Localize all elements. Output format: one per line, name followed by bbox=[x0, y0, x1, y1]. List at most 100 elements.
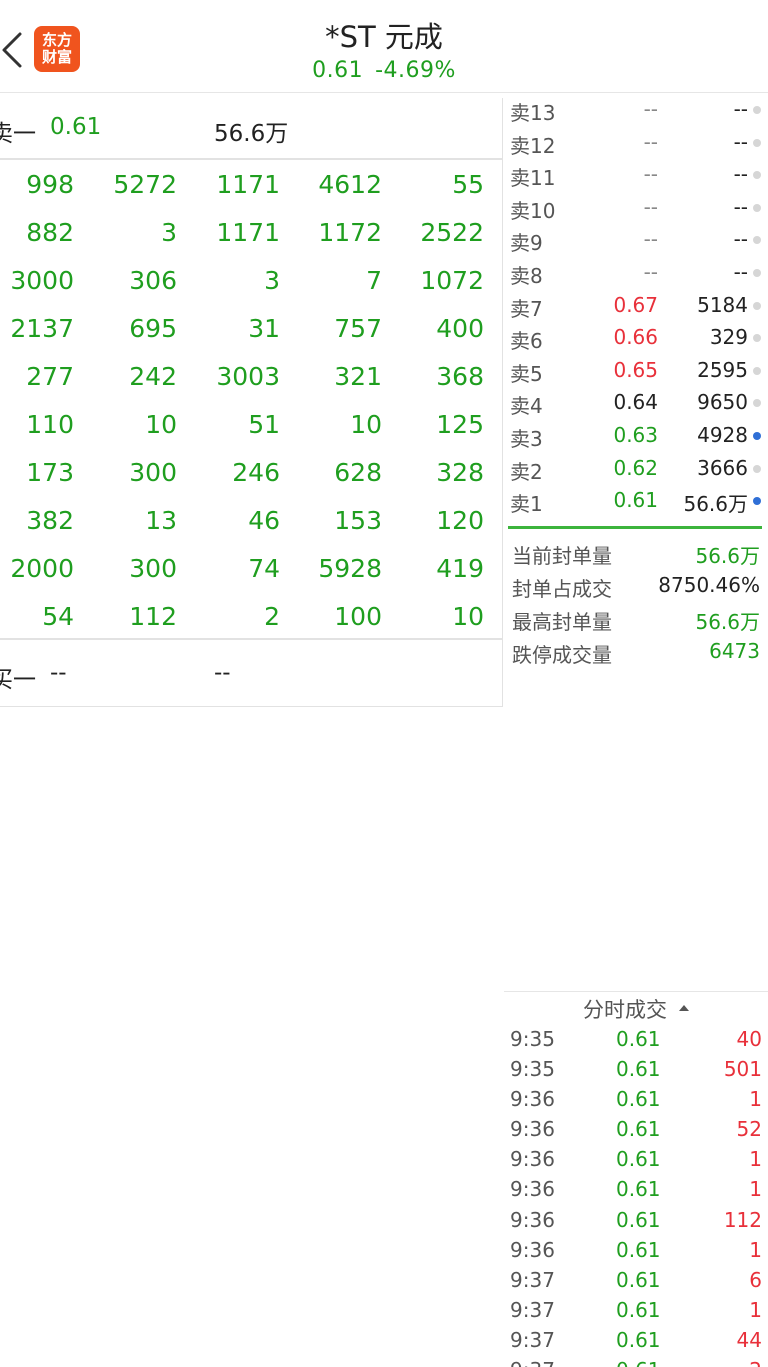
queue-order-size: 173 bbox=[26, 458, 74, 487]
tick-trades-list[interactable]: 9:35 0.61 40 9:35 0.61 501 9:36 0.61 1 9:36 0.61 52… bbox=[504, 1024, 768, 1367]
tick-row: 9:35 0.61 40 bbox=[504, 1024, 768, 1054]
order-book-row[interactable]: 卖11 -- -- bbox=[504, 159, 768, 192]
stat-row: 跌停成交量 6473 bbox=[504, 635, 768, 668]
level-volume: 56.6万 bbox=[683, 492, 748, 517]
queue-order-size: 277 bbox=[26, 362, 74, 391]
level-label: 卖11 bbox=[510, 166, 556, 191]
tick-price: 0.61 bbox=[616, 1117, 661, 1142]
tick-time: 9:36 bbox=[510, 1087, 555, 1112]
queue-order-size: 74 bbox=[248, 554, 280, 583]
level-price: 0.65 bbox=[613, 357, 658, 382]
order-book-row[interactable]: 卖4 0.64 9650 bbox=[504, 387, 768, 420]
queue-order-size: 153 bbox=[334, 506, 382, 535]
queue-order-size: 46 bbox=[248, 506, 280, 535]
indicator-dot-icon bbox=[753, 334, 761, 343]
level-price: 0.66 bbox=[613, 325, 658, 350]
order-book-row[interactable]: 卖12 -- -- bbox=[504, 127, 768, 160]
queue-order-size: 300 bbox=[129, 554, 177, 583]
indicator-dot-icon bbox=[753, 171, 761, 180]
queue-order-size: 300 bbox=[129, 458, 177, 487]
sell-one-row: 卖一 0.61 56.6万 bbox=[0, 98, 502, 160]
order-book-divider bbox=[508, 526, 762, 529]
queue-row: 2000 300 74 5928 419 bbox=[0, 546, 502, 594]
order-book-row[interactable]: 卖1 0.61 56.6万 bbox=[504, 485, 768, 518]
tick-price: 0.61 bbox=[616, 1267, 661, 1292]
indicator-dot-icon bbox=[753, 464, 761, 473]
level-label: 卖12 bbox=[510, 133, 556, 158]
tick-price: 0.61 bbox=[616, 1027, 661, 1051]
sell-one-price: 0.61 bbox=[50, 114, 102, 140]
tick-time: 9:37 bbox=[510, 1267, 555, 1292]
level-label: 卖4 bbox=[510, 394, 543, 419]
queue-order-size: 3 bbox=[264, 266, 280, 295]
indicator-dot-icon bbox=[753, 236, 761, 245]
tick-time: 9:36 bbox=[510, 1237, 555, 1262]
indicator-dot-icon bbox=[753, 138, 761, 147]
stat-value: 56.6万 bbox=[695, 544, 760, 568]
level-volume: -- bbox=[733, 129, 748, 154]
level-label: 卖6 bbox=[510, 329, 543, 354]
seal-stats: 当前封单量 56.6万 封单占成交 8750.46% 最高封单量 56.6万 跌停成交量 64… bbox=[504, 536, 768, 668]
queue-order-size: 419 bbox=[436, 554, 484, 583]
stat-label: 当前封单量 bbox=[512, 544, 612, 568]
order-book-row[interactable]: 卖13 -- -- bbox=[504, 94, 768, 127]
order-queue-panel: 卖一 0.61 56.6万 998 5272 1171 4612 55 882 3 1171 1… bbox=[0, 98, 503, 707]
tick-volume: 1 bbox=[749, 1177, 762, 1202]
order-book-row[interactable]: 卖5 0.65 2595 bbox=[504, 355, 768, 388]
indicator-dot-icon bbox=[753, 203, 761, 212]
level-volume: 2595 bbox=[697, 357, 748, 382]
queue-order-size: 628 bbox=[334, 458, 382, 487]
queue-row: 2137 695 31 757 400 bbox=[0, 306, 502, 354]
stat-label: 封单占成交 bbox=[512, 577, 612, 601]
tick-row: 9:37 0.61 1 bbox=[504, 1295, 768, 1325]
level-volume: -- bbox=[733, 162, 748, 187]
level-label: 卖3 bbox=[510, 426, 543, 451]
indicator-dot-icon bbox=[753, 497, 761, 506]
queue-row: 173 300 246 628 328 bbox=[0, 450, 502, 498]
stat-value: 6473 bbox=[709, 639, 760, 663]
level-label: 卖8 bbox=[510, 263, 543, 288]
order-book-row[interactable]: 卖7 0.67 5184 bbox=[504, 290, 768, 323]
queue-order-size: 400 bbox=[436, 314, 484, 343]
order-queue-grid: 998 5272 1171 4612 55 882 3 1171 1172 2522 3000 306… bbox=[0, 162, 502, 642]
buy-one-price: -- bbox=[50, 660, 67, 686]
order-book-row[interactable]: 卖2 0.62 3666 bbox=[504, 453, 768, 486]
queue-order-size: 3000 bbox=[10, 266, 74, 295]
level-price: 0.63 bbox=[613, 422, 658, 447]
level-volume: -- bbox=[733, 194, 748, 219]
level-volume: 5184 bbox=[697, 292, 748, 317]
level-label: 卖1 bbox=[510, 492, 543, 517]
level-price: -- bbox=[643, 162, 658, 187]
tick-volume: 501 bbox=[723, 1057, 762, 1082]
queue-row: 998 5272 1171 4612 55 bbox=[0, 162, 502, 210]
tick-row: 9:37 0.61 44 bbox=[504, 1325, 768, 1355]
stat-label: 最高封单量 bbox=[512, 610, 612, 634]
order-book-row[interactable]: 卖10 -- -- bbox=[504, 192, 768, 225]
tick-row: 9:36 0.61 1 bbox=[504, 1174, 768, 1204]
tick-price: 0.61 bbox=[616, 1237, 661, 1262]
tick-trades-header[interactable]: 分时成交 bbox=[504, 992, 768, 1024]
order-book-row[interactable]: 卖9 -- -- bbox=[504, 224, 768, 257]
queue-row: 882 3 1171 1172 2522 bbox=[0, 210, 502, 258]
level-price: -- bbox=[643, 194, 658, 219]
queue-order-size: 4612 bbox=[318, 170, 382, 199]
tick-time: 9:36 bbox=[510, 1117, 555, 1142]
tick-time: 9:37 bbox=[510, 1297, 555, 1322]
tick-time: 9:36 bbox=[510, 1147, 555, 1172]
tick-volume: 1 bbox=[749, 1087, 762, 1112]
order-book-row[interactable]: 卖6 0.66 329 bbox=[504, 322, 768, 355]
level-label: 卖10 bbox=[510, 198, 556, 223]
tick-row: 9:36 0.61 1 bbox=[504, 1084, 768, 1114]
level-price: 0.67 bbox=[613, 292, 658, 317]
queue-row: 54 112 2 100 10 bbox=[0, 594, 502, 642]
queue-order-size: 1172 bbox=[318, 218, 382, 247]
order-book-row[interactable]: 卖3 0.63 4928 bbox=[504, 420, 768, 453]
queue-order-size: 382 bbox=[26, 506, 74, 535]
tick-volume: 44 bbox=[736, 1327, 762, 1352]
queue-order-size: 1072 bbox=[420, 266, 484, 295]
level-price: 0.64 bbox=[613, 390, 658, 415]
level-price: 0.61 bbox=[613, 488, 658, 513]
order-book-row[interactable]: 卖8 -- -- bbox=[504, 257, 768, 290]
tick-volume: 52 bbox=[736, 1117, 762, 1142]
level-volume: 329 bbox=[709, 325, 748, 350]
